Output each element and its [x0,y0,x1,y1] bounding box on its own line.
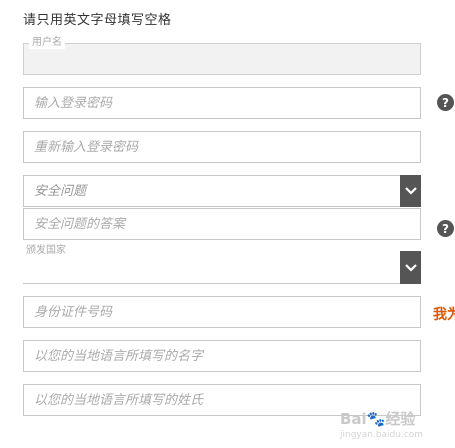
security-question-select[interactable]: 安全问题 [23,175,421,207]
username-input[interactable] [24,44,420,74]
security-question-value: 安全问题 [34,184,87,199]
country-label: 颁发国家 [23,245,69,257]
watermark-logo: Bai🐾经验 [340,410,416,428]
username-field[interactable]: 用户名 [23,37,421,75]
chevron-down-icon[interactable] [400,175,421,207]
watermark-url: jingyan.baidu.com [340,430,424,440]
security-help-icon[interactable]: ? [437,220,454,237]
password-field[interactable] [23,87,421,119]
password-input[interactable] [24,88,420,118]
first-name-field[interactable] [23,340,421,372]
chevron-down-icon[interactable] [400,251,421,284]
security-answer-field[interactable] [23,208,421,240]
password-help-icon[interactable]: ? [437,94,454,111]
confirm-password-field[interactable] [23,131,421,163]
id-number-input[interactable] [24,297,420,327]
side-link[interactable]: 我为 [433,304,455,324]
instruction-text: 请只用英文字母填写空格 [23,13,172,28]
security-answer-input[interactable] [24,209,420,239]
country-select[interactable]: 颁发国家 [23,245,421,284]
first-name-input[interactable] [24,341,420,371]
confirm-password-input[interactable] [24,132,420,162]
watermark: Bai🐾经验 jingyan.baidu.com [340,406,452,444]
id-number-field[interactable] [23,296,421,328]
